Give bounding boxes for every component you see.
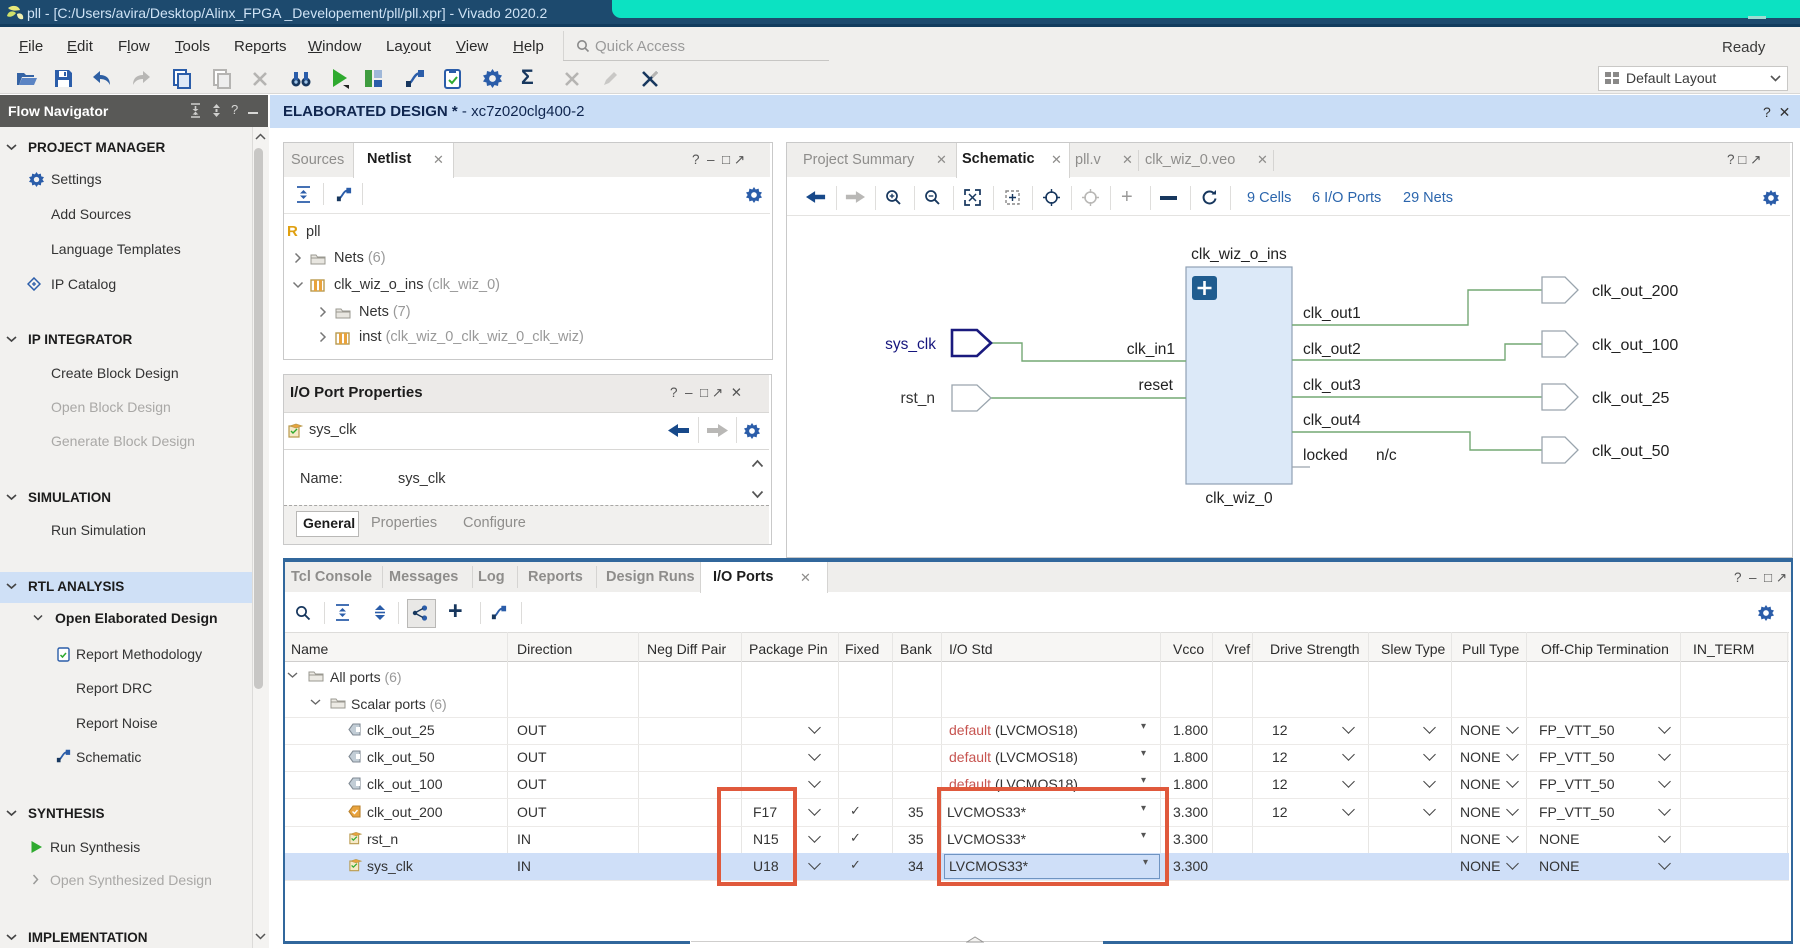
- svg-text:clk_in1: clk_in1: [1127, 341, 1175, 358]
- svg-text:clk_out_200: clk_out_200: [1592, 283, 1678, 300]
- svg-text:rst_n: rst_n: [901, 390, 935, 407]
- svg-text:clk_wiz_o_ins: clk_wiz_o_ins: [1191, 246, 1287, 263]
- svg-text:locked: locked: [1303, 447, 1348, 464]
- svg-text:clk_out4: clk_out4: [1303, 412, 1361, 429]
- svg-text:clk_out3: clk_out3: [1303, 377, 1361, 394]
- svg-text:reset: reset: [1139, 377, 1174, 394]
- svg-text:clk_wiz_0: clk_wiz_0: [1205, 490, 1273, 507]
- svg-text:clk_out_50: clk_out_50: [1592, 443, 1669, 460]
- svg-text:sys_clk: sys_clk: [885, 336, 936, 353]
- svg-text:clk_out2: clk_out2: [1303, 341, 1361, 358]
- svg-text:clk_out1: clk_out1: [1303, 305, 1361, 322]
- svg-text:n/c: n/c: [1376, 447, 1397, 464]
- svg-text:clk_out_100: clk_out_100: [1592, 337, 1678, 354]
- svg-text:clk_out_25: clk_out_25: [1592, 390, 1669, 407]
